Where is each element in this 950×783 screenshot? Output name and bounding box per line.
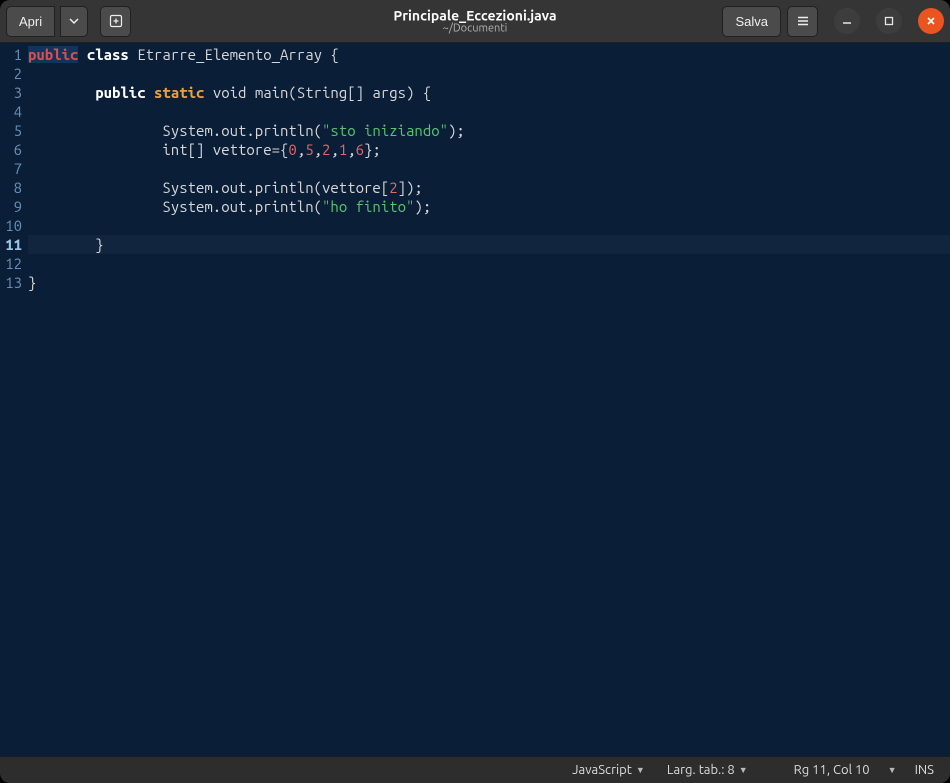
code-line xyxy=(28,159,950,178)
code-line xyxy=(28,216,950,235)
code-line xyxy=(28,64,950,83)
line-number: 9 xyxy=(0,197,22,216)
titlebar-left-controls: Apri xyxy=(6,6,131,37)
window-subtitle: ~/Documenti xyxy=(393,23,556,35)
open-recent-dropdown[interactable] xyxy=(60,6,88,37)
cursor-position-label: Rg 11, Col 10 xyxy=(794,763,870,777)
line-number-gutter: 12345678910111213 xyxy=(0,43,26,756)
code-line xyxy=(28,102,950,121)
insert-mode-indicator[interactable]: INS xyxy=(909,757,940,783)
open-button[interactable]: Apri xyxy=(6,6,55,37)
language-label: JavaScript xyxy=(572,763,632,777)
line-number: 11 xyxy=(0,235,22,254)
tab-width-selector[interactable]: Larg. tab.: 8 ▼ xyxy=(661,757,754,783)
new-tab-button[interactable] xyxy=(100,6,131,37)
line-number: 4 xyxy=(0,102,22,121)
line-number: 7 xyxy=(0,159,22,178)
hamburger-icon xyxy=(796,14,810,28)
titlebar-right-controls: Salva xyxy=(722,6,944,37)
code-line: public class Etrarre_Elemento_Array { xyxy=(28,45,950,64)
chevron-down-icon xyxy=(69,16,79,26)
open-button-label: Apri xyxy=(19,14,42,29)
minimize-button[interactable] xyxy=(834,8,860,34)
code-line: } xyxy=(28,273,950,292)
chevron-down-icon: ▼ xyxy=(888,765,897,775)
line-number: 12 xyxy=(0,254,22,273)
code-line xyxy=(28,254,950,273)
code-line: System.out.println(vettore[2]); xyxy=(28,178,950,197)
insert-mode-label: INS xyxy=(915,763,934,777)
close-button[interactable] xyxy=(918,8,944,34)
save-button-label: Salva xyxy=(735,14,768,29)
line-number: 8 xyxy=(0,178,22,197)
titlebar-title-block: Principale_Eccezioni.java ~/Documenti xyxy=(393,8,556,35)
line-number: 10 xyxy=(0,216,22,235)
line-number: 1 xyxy=(0,45,22,64)
language-selector[interactable]: JavaScript ▼ xyxy=(566,757,651,783)
statusbar: JavaScript ▼ Larg. tab.: 8 ▼ Rg 11, Col … xyxy=(0,756,950,783)
titlebar: Apri Principale_Eccezioni.java ~/Documen… xyxy=(0,0,950,43)
line-number: 3 xyxy=(0,83,22,102)
hamburger-menu-button[interactable] xyxy=(787,6,818,37)
chevron-down-icon: ▼ xyxy=(636,765,645,775)
app-window: Apri Principale_Eccezioni.java ~/Documen… xyxy=(0,0,950,783)
line-number: 5 xyxy=(0,121,22,140)
cursor-position[interactable]: Rg 11, Col 10 xyxy=(788,757,876,783)
save-button[interactable]: Salva xyxy=(722,6,781,37)
code-line: System.out.println("ho finito"); xyxy=(28,197,950,216)
code-line: } xyxy=(28,235,950,254)
code-line: public static void main(String[] args) { xyxy=(28,83,950,102)
editor-area[interactable]: 12345678910111213 public class Etrarre_E… xyxy=(0,43,950,756)
line-number: 6 xyxy=(0,140,22,159)
code-line: System.out.println("sto iniziando"); xyxy=(28,121,950,140)
maximize-icon xyxy=(884,16,894,26)
minimize-icon xyxy=(842,16,852,26)
line-number: 2 xyxy=(0,64,22,83)
code-line: int[] vettore={0,5,2,1,6}; xyxy=(28,140,950,159)
window-title: Principale_Eccezioni.java xyxy=(393,8,556,24)
close-icon xyxy=(926,16,936,26)
new-tab-icon xyxy=(108,13,124,29)
maximize-button[interactable] xyxy=(876,8,902,34)
line-number: 13 xyxy=(0,273,22,292)
line-ending-selector[interactable]: ▼ xyxy=(886,757,899,783)
chevron-down-icon: ▼ xyxy=(739,765,748,775)
code-content[interactable]: public class Etrarre_Elemento_Array { pu… xyxy=(26,43,950,756)
tab-width-label: Larg. tab.: 8 xyxy=(667,763,735,777)
